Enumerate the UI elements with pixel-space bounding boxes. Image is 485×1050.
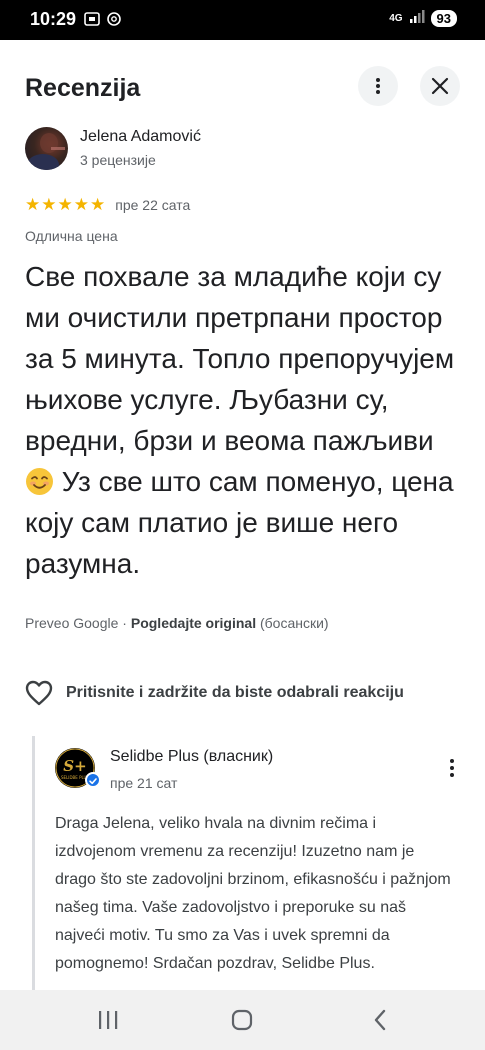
view-original-link[interactable]: Pogledajte original <box>131 615 256 631</box>
battery-indicator: 93 <box>430 10 457 27</box>
owner-more-options-button[interactable] <box>442 756 462 780</box>
avatar[interactable] <box>25 127 68 170</box>
page-title: Recenzija <box>25 74 141 102</box>
status-right: 4G 93 <box>389 9 457 28</box>
recents-icon <box>99 1011 118 1029</box>
home-icon <box>231 1009 253 1031</box>
translation-info: Preveo Google · Pogledajte original (бос… <box>25 615 329 631</box>
status-bar: 10:29 4G 93 <box>0 0 485 40</box>
recents-button[interactable] <box>88 1004 128 1036</box>
reviewer-info[interactable]: Jelena Adamović 3 рецензије <box>25 125 465 175</box>
separator: · <box>118 615 131 631</box>
star-icon: ★ <box>57 195 73 214</box>
review-text-part1: Све похвале за младиће који су ми очисти… <box>25 261 455 456</box>
reaction-label: Pritisnite i zadržite da biste odabrali … <box>66 684 404 701</box>
heart-outline-icon <box>25 680 53 706</box>
more-vert-icon <box>376 78 380 94</box>
translated-by-label: Preveo Google <box>25 615 119 631</box>
star-icon: ★ <box>41 195 57 214</box>
back-icon <box>374 1009 386 1031</box>
system-nav-bar <box>0 990 485 1050</box>
reaction-button[interactable]: Pritisnite i zadržite da biste odabrali … <box>25 680 404 706</box>
status-notification-icons <box>84 11 122 27</box>
close-icon <box>431 77 449 95</box>
more-options-button[interactable] <box>358 66 398 106</box>
original-language: (босански) <box>256 615 329 631</box>
close-button[interactable] <box>420 66 460 106</box>
screenshot-icon <box>84 11 100 27</box>
status-time: 10:29 <box>30 9 77 29</box>
price-attribute: Одлична цена <box>25 228 118 244</box>
review-text: Све похвале за младиће који су ми очисти… <box>25 256 470 584</box>
owner-reply: S+ SELIDBE PLUS Selidbe Plus (власник) пр… <box>32 736 462 996</box>
reviewer-review-count: 3 рецензије <box>80 152 156 168</box>
review-text-part2: Уз све што сам поменуо, цена коју сам пл… <box>25 466 454 579</box>
rating-row: ★ ★ ★ ★ ★ пре 22 сата <box>25 196 190 213</box>
star-icon: ★ <box>90 195 106 214</box>
owner-reply-text: Draga Jelena, veliko hvala na divnim reč… <box>55 815 451 972</box>
star-rating: ★ ★ ★ ★ ★ <box>25 196 105 213</box>
header: Recenzija <box>0 40 485 120</box>
more-vert-icon <box>450 759 454 777</box>
network-type: 4G <box>389 12 403 24</box>
signal-icon <box>409 9 425 28</box>
review-time: пре 22 сата <box>115 196 191 213</box>
star-icon: ★ <box>73 195 89 214</box>
svg-text:S+: S+ <box>63 757 86 775</box>
verified-badge-icon <box>85 772 101 788</box>
back-button[interactable] <box>360 1004 400 1036</box>
smiling-face-emoji-icon <box>25 466 54 495</box>
owner-reply-time: пре 21 сат <box>110 775 178 791</box>
reviewer-name[interactable]: Jelena Adamović <box>80 128 201 146</box>
owner-name: Selidbe Plus (власник) <box>110 748 274 765</box>
chatgpt-icon <box>106 11 122 27</box>
home-button[interactable] <box>222 1004 262 1036</box>
star-icon: ★ <box>25 195 41 214</box>
